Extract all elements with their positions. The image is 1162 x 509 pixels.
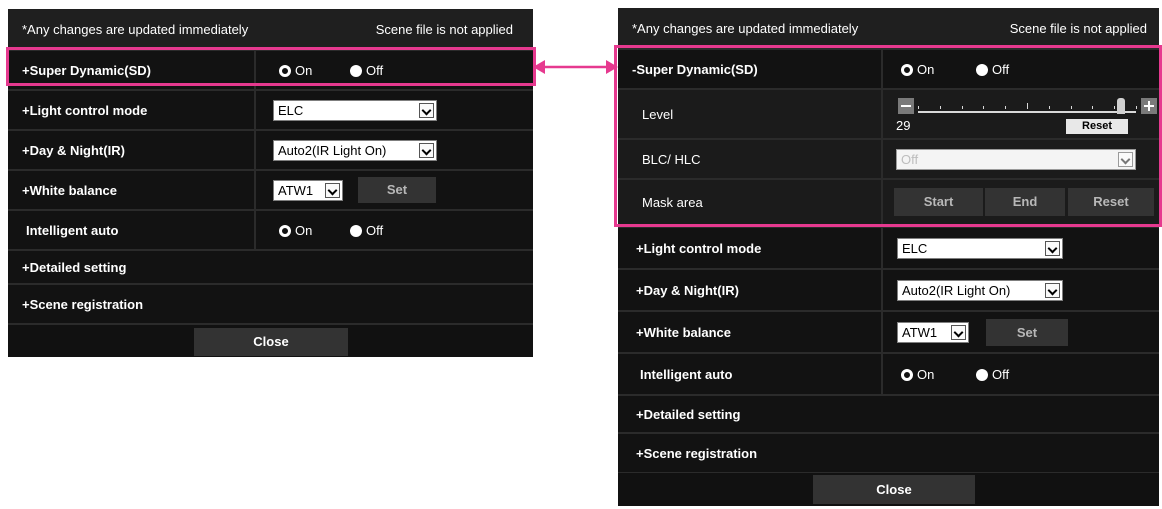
info-bar: *Any changes are updated immediately Sce… (8, 9, 533, 49)
column-divider (254, 91, 256, 129)
chevron-down-icon (325, 183, 340, 198)
radio-label: On (917, 367, 935, 382)
column-divider (254, 211, 256, 249)
day-night-toggle[interactable]: +Day & Night(IR) (22, 143, 125, 158)
select-value: ELC (278, 103, 304, 118)
detailed-setting-toggle[interactable]: +Detailed setting (22, 260, 126, 275)
update-notice: *Any changes are updated immediately (22, 22, 249, 37)
intelligent-auto-off-radio[interactable]: Off (350, 223, 383, 238)
scene-registration-row: +Scene registration (8, 285, 533, 323)
light-control-select[interactable]: ELC (273, 100, 437, 121)
radio-label: On (295, 223, 313, 238)
intelligent-auto-on-radio[interactable]: On (279, 223, 312, 238)
select-value: ELC (902, 241, 928, 256)
chevron-down-icon (951, 325, 966, 340)
highlight-frame (6, 47, 536, 86)
intelligent-auto-on-radio[interactable]: On (901, 367, 934, 382)
light-control-toggle[interactable]: +Light control mode (22, 103, 147, 118)
highlight-frame (614, 45, 1162, 227)
select-value: ATW1 (278, 183, 314, 198)
day-night-select[interactable]: Auto2(IR Light On) (273, 140, 437, 161)
close-button[interactable]: Close (813, 475, 975, 504)
white-balance-set-button[interactable]: Set (358, 177, 436, 203)
white-balance-toggle[interactable]: +White balance (22, 183, 117, 198)
column-divider (881, 354, 883, 394)
day-night-toggle[interactable]: +Day & Night(IR) (636, 283, 739, 298)
light-control-toggle[interactable]: +Light control mode (636, 241, 761, 256)
column-divider (881, 228, 883, 268)
light-control-select[interactable]: ELC (897, 238, 1063, 259)
white-balance-row: +White balance ATW1 Set (8, 171, 533, 209)
radio-selected-icon (279, 224, 291, 237)
day-night-row: +Day & Night(IR) Auto2(IR Light On) (8, 131, 533, 169)
light-control-row: +Light control mode ELC (618, 228, 1159, 268)
radio-unselected-icon (350, 224, 362, 237)
white-balance-select[interactable]: ATW1 (897, 322, 969, 343)
chevron-down-icon (1045, 283, 1060, 298)
info-bar: *Any changes are updated immediately Sce… (618, 8, 1159, 48)
radio-selected-icon (901, 368, 913, 381)
white-balance-toggle[interactable]: +White balance (636, 325, 731, 340)
select-value: ATW1 (902, 325, 938, 340)
footer-bar: Close (8, 325, 533, 357)
scene-registration-toggle[interactable]: +Scene registration (22, 297, 143, 312)
update-notice: *Any changes are updated immediately (632, 21, 859, 36)
column-divider (881, 312, 883, 352)
white-balance-select[interactable]: ATW1 (273, 180, 343, 201)
intelligent-auto-label: Intelligent auto (26, 223, 119, 238)
intelligent-auto-row: Intelligent auto On Off (8, 211, 533, 249)
scene-status: Scene file is not applied (375, 22, 513, 37)
chevron-down-icon (1045, 241, 1060, 256)
intelligent-auto-label: Intelligent auto (640, 367, 733, 382)
white-balance-set-button[interactable]: Set (986, 319, 1068, 346)
close-button[interactable]: Close (194, 328, 348, 356)
radio-unselected-icon (976, 368, 988, 381)
column-divider (254, 171, 256, 209)
day-night-row: +Day & Night(IR) Auto2(IR Light On) (618, 270, 1159, 310)
select-value: Auto2(IR Light On) (902, 283, 1011, 298)
scene-registration-row: +Scene registration (618, 434, 1159, 472)
white-balance-row: +White balance ATW1 Set (618, 312, 1159, 352)
detailed-setting-row: +Detailed setting (618, 396, 1159, 432)
scene-status: Scene file is not applied (1009, 21, 1147, 36)
chevron-down-icon (419, 103, 434, 118)
scene-registration-toggle[interactable]: +Scene registration (636, 446, 757, 461)
light-control-row: +Light control mode ELC (8, 91, 533, 129)
chevron-down-icon (419, 143, 434, 158)
select-value: Auto2(IR Light On) (278, 143, 387, 158)
detailed-setting-row: +Detailed setting (8, 251, 533, 283)
radio-label: Off (992, 367, 1010, 382)
double-arrow-icon (533, 60, 618, 74)
intelligent-auto-off-radio[interactable]: Off (976, 367, 1009, 382)
column-divider (881, 270, 883, 310)
column-divider (254, 131, 256, 169)
radio-label: Off (366, 223, 384, 238)
intelligent-auto-row: Intelligent auto On Off (618, 354, 1159, 394)
footer-bar: Close (618, 473, 1159, 506)
day-night-select[interactable]: Auto2(IR Light On) (897, 280, 1063, 301)
detailed-setting-toggle[interactable]: +Detailed setting (636, 407, 740, 422)
